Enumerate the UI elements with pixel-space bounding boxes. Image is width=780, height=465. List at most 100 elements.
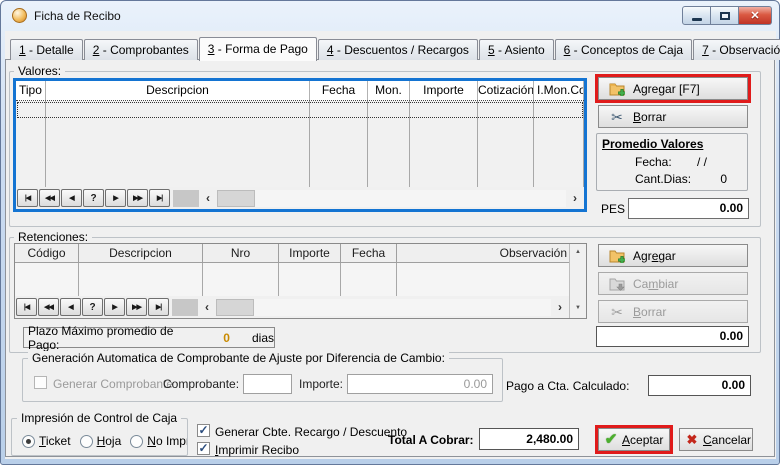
- promedio-valores-box: Promedio Valores Fecha: / / Cant.Dias: 0: [596, 133, 748, 191]
- importe-field[interactable]: 0.00: [347, 374, 493, 394]
- checkbox-label: Generar Cbte. Recargo / Descuento: [215, 425, 407, 439]
- tab-3[interactable]: 3 - Forma de Pago: [199, 37, 317, 61]
- valores-nav-locate-button[interactable]: ?: [83, 189, 104, 207]
- generar-comprobante-checkbox[interactable]: [34, 376, 47, 389]
- retenciones-table-body[interactable]: [15, 263, 571, 298]
- cancelar-label: Cancelar: [703, 433, 751, 447]
- checkbox-generar-cbte-recargo-descuento[interactable]: ✓: [197, 424, 210, 437]
- radio-label: Hoja: [97, 434, 122, 448]
- pago-cta-field[interactable]: 0.00: [648, 375, 751, 396]
- tab-1[interactable]: 1 - Detalle: [10, 39, 83, 60]
- retenciones-cambiar-label: Cambiar: [633, 277, 678, 291]
- valores-navigator: |◀◀◀◀?▶▶▶▶|‹›: [16, 187, 584, 209]
- retenciones-nav-first-button[interactable]: |◀: [16, 298, 37, 316]
- scroll-up-icon[interactable]: ▲: [570, 244, 586, 260]
- retenciones-borrar-button[interactable]: ✂ Borrar: [598, 300, 748, 323]
- title-bar[interactable]: Ficha de Recibo ✕: [1, 1, 779, 31]
- retenciones-vertical-scrollbar[interactable]: ▲ ▼: [569, 244, 586, 318]
- valores-nav-first-button[interactable]: |◀: [17, 189, 38, 207]
- check-icon: ✓: [198, 423, 208, 437]
- comprobante-field[interactable]: [243, 374, 292, 394]
- valores-scroll-right-icon[interactable]: ›: [566, 190, 584, 207]
- column-header-nro[interactable]: Nro: [203, 244, 279, 262]
- retenciones-scroll-right-icon[interactable]: ›: [551, 299, 569, 316]
- tab-4[interactable]: 4 - Descuentos / Recargos: [318, 39, 478, 60]
- radio-icon: [130, 435, 143, 448]
- column-header-i-mon-corr[interactable]: I.Mon.Corr: [534, 81, 584, 100]
- column-header-descripcion[interactable]: Descripcion: [46, 81, 310, 100]
- window-title: Ficha de Recibo: [34, 9, 121, 23]
- valores-nav-next-page-button[interactable]: ▶▶: [127, 189, 148, 207]
- valores-nav-prior-button[interactable]: ◀: [61, 189, 82, 207]
- generar-comprobante-label: Generar Comprobante: [53, 377, 173, 391]
- valores-scrollbar-disabled-block: [173, 190, 199, 207]
- column-header-mon-[interactable]: Mon.: [368, 81, 410, 100]
- valores-scrollbar-thumb[interactable]: [217, 190, 255, 207]
- column-header-descripcion[interactable]: Descripcion: [79, 244, 203, 262]
- retenciones-nav-next-page-button[interactable]: ▶▶: [126, 298, 147, 316]
- retenciones-nav-next-button[interactable]: ▶: [104, 298, 125, 316]
- scissors-icon: ✂: [608, 305, 626, 319]
- column-header-cotizaci-n[interactable]: Cotización: [478, 81, 534, 100]
- retenciones-scroll-left-icon[interactable]: ‹: [198, 299, 216, 316]
- tab-2[interactable]: 2 - Comprobantes: [84, 39, 198, 60]
- comprobante-label: Comprobante:: [163, 377, 239, 391]
- retenciones-table[interactable]: CódigoDescripcionNroImporteFechaObservac…: [14, 243, 587, 319]
- radio-ticket[interactable]: Ticket: [22, 434, 71, 448]
- radio-label: No Imprimir: [147, 434, 188, 448]
- radio-hoja[interactable]: Hoja: [80, 434, 122, 448]
- generacion-title: Generación Automatica de Comprobante de …: [28, 351, 449, 365]
- valores-nav-last-button[interactable]: ▶|: [149, 189, 170, 207]
- column-header-fecha[interactable]: Fecha: [341, 244, 397, 262]
- retenciones-nav-locate-button[interactable]: ?: [82, 298, 103, 316]
- column-header-importe[interactable]: Importe: [279, 244, 341, 262]
- maximize-icon: [720, 12, 730, 20]
- minimize-button[interactable]: [682, 6, 711, 25]
- checkbox-imprimir-recibo[interactable]: ✓: [197, 442, 210, 455]
- plazo-maximo-label: Plazo Máximo promedio de Pago:: [28, 324, 207, 352]
- valores-scrollbar-track[interactable]: [255, 190, 566, 207]
- importe-label: Importe:: [299, 377, 343, 391]
- pes-amount-field[interactable]: 0.00: [628, 198, 749, 219]
- cancelar-button[interactable]: ✖ Cancelar: [679, 428, 753, 451]
- app-icon: [12, 8, 27, 23]
- impresion-title: Impresión de Control de Caja: [17, 411, 181, 425]
- retenciones-agregar-button[interactable]: Agregar: [598, 244, 748, 267]
- retenciones-borrar-label: Borrar: [633, 305, 666, 319]
- plazo-maximo-panel: Plazo Máximo promedio de Pago: 0 dias: [23, 327, 275, 348]
- retenciones-nav-prior-button[interactable]: ◀: [60, 298, 81, 316]
- retenciones-cambiar-button[interactable]: Cambiar: [598, 272, 748, 295]
- column-header-fecha[interactable]: Fecha: [310, 81, 368, 100]
- check-icon: ✓: [198, 441, 208, 455]
- column-header-tipo[interactable]: Tipo: [16, 81, 46, 100]
- valores-scroll-left-icon[interactable]: ‹: [199, 190, 217, 207]
- scroll-down-icon[interactable]: ▼: [570, 300, 586, 316]
- tab-6[interactable]: 6 - Conceptos de Caja: [555, 39, 692, 60]
- valores-nav-next-button[interactable]: ▶: [105, 189, 126, 207]
- promedio-valores-title: Promedio Valores: [602, 137, 703, 151]
- column-header-importe[interactable]: Importe: [410, 81, 478, 100]
- tab-5[interactable]: 5 - Asiento: [479, 39, 554, 60]
- valores-nav-prior-page-button[interactable]: ◀◀: [39, 189, 60, 207]
- valores-table-header: TipoDescripcionFechaMon.ImporteCotizació…: [16, 81, 584, 101]
- retenciones-nav-last-button[interactable]: ▶|: [148, 298, 169, 316]
- total-a-cobrar-field[interactable]: 2,480.00: [479, 428, 579, 450]
- column-header-c-digo[interactable]: Código: [15, 244, 79, 262]
- maximize-button[interactable]: [711, 6, 739, 25]
- tab-strip: 1 - Detalle2 - Comprobantes3 - Forma de …: [10, 39, 780, 60]
- aceptar-annotation: [595, 425, 673, 454]
- retenciones-scrollbar-thumb[interactable]: [216, 299, 254, 316]
- column-header-observaci-n[interactable]: Observación: [397, 244, 571, 262]
- plazo-maximo-unit: dias: [252, 331, 274, 345]
- retenciones-nav-prior-page-button[interactable]: ◀◀: [38, 298, 59, 316]
- promedio-fecha-value: / /: [697, 155, 707, 169]
- valores-borrar-button[interactable]: ✂ Borrar: [598, 105, 748, 128]
- valores-table[interactable]: TipoDescripcionFechaMon.ImporteCotizació…: [13, 78, 587, 212]
- retenciones-scrollbar-track[interactable]: [254, 299, 551, 316]
- radio-no-imprimir[interactable]: No Imprimir: [130, 434, 188, 448]
- tab-7[interactable]: 7 - Observación: [693, 39, 780, 60]
- valores-focused-row[interactable]: [17, 102, 583, 118]
- retenciones-total-field[interactable]: 0.00: [596, 326, 749, 347]
- close-button[interactable]: ✕: [739, 6, 772, 25]
- checkbox-label: Imprimir Recibo: [215, 443, 299, 457]
